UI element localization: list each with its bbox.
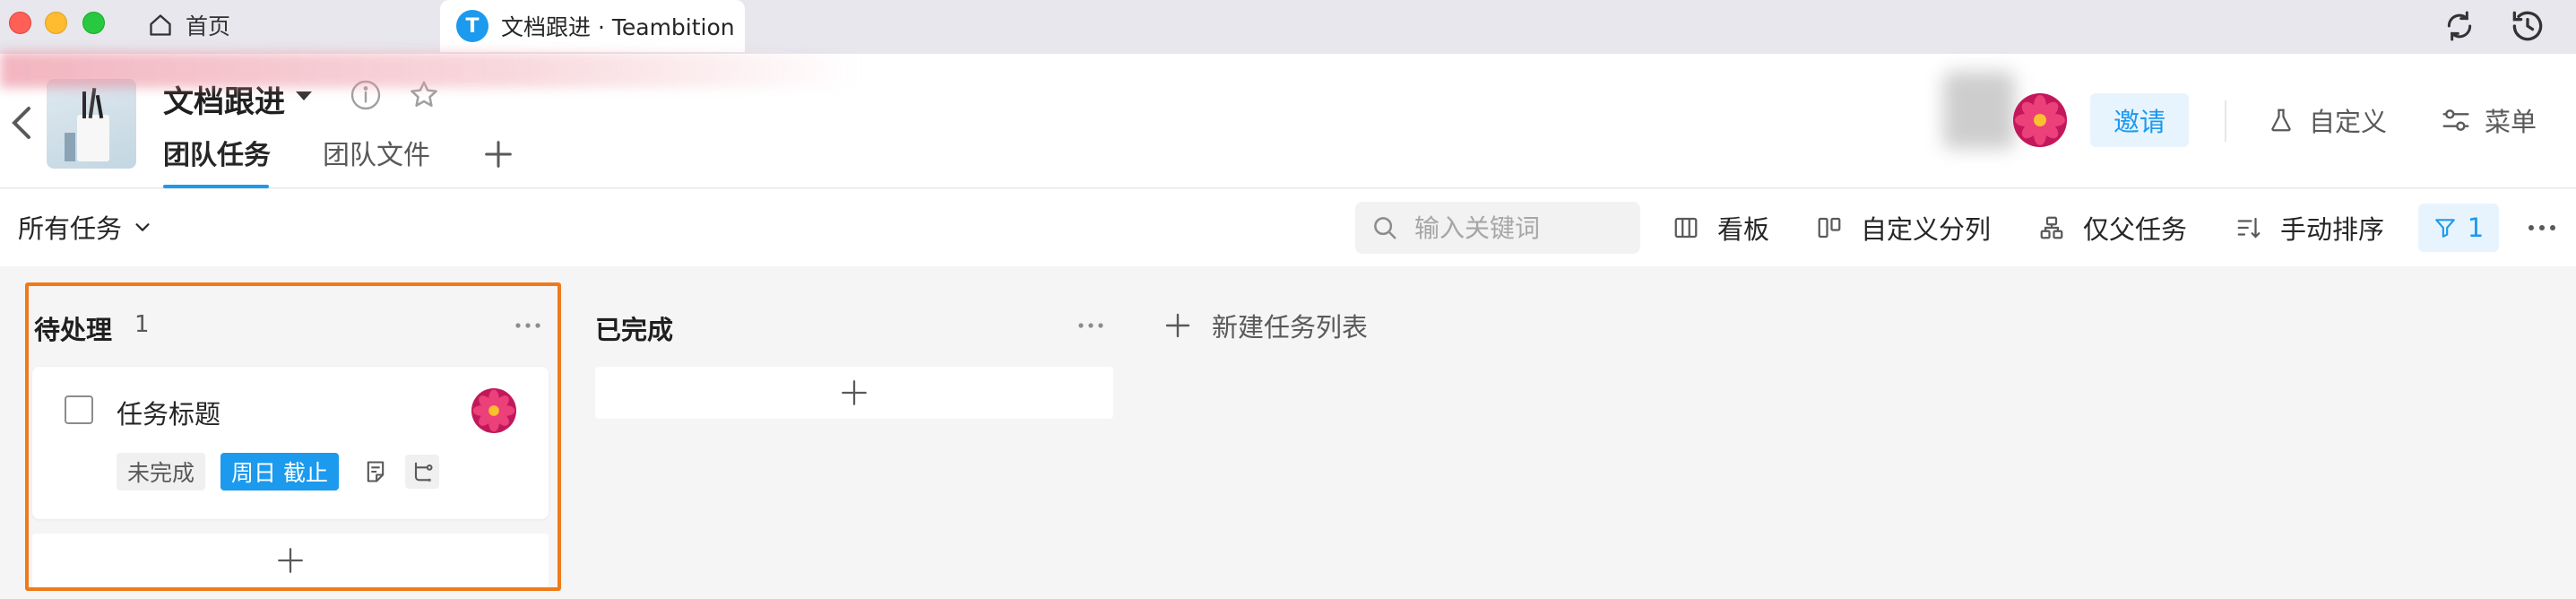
all-tasks-label: 所有任务 xyxy=(18,213,123,244)
note-icon xyxy=(359,455,393,489)
avatar[interactable] xyxy=(2013,93,2067,147)
plus-icon xyxy=(839,378,869,408)
divider xyxy=(2225,100,2226,142)
parent-only-button[interactable]: 仅父任务 xyxy=(2038,205,2187,250)
invite-button[interactable]: 邀请 xyxy=(2090,93,2189,147)
plus-icon xyxy=(1163,311,1192,340)
more-icon[interactable] xyxy=(513,317,543,334)
custom-split-label: 自定义分列 xyxy=(1861,214,1992,245)
checkbox-icon[interactable] xyxy=(65,395,93,424)
back-icon[interactable] xyxy=(9,103,34,143)
minimize-window-button[interactable] xyxy=(45,12,67,34)
sort-icon xyxy=(2235,214,2262,241)
chevron-down-icon xyxy=(133,217,152,237)
kanban-board: 待处理 1 任务标题 未完成 周日 截止 已完成 新建任务列表 xyxy=(0,266,2576,599)
tab-team-tasks[interactable]: 团队任务 xyxy=(163,133,271,172)
column-done: 已完成 xyxy=(595,282,1113,444)
all-tasks-dropdown[interactable]: 所有任务 xyxy=(18,209,152,245)
caret-down-icon[interactable] xyxy=(292,87,316,105)
new-task-list-label: 新建任务列表 xyxy=(1212,312,1369,343)
home-tab[interactable]: 首页 xyxy=(148,0,230,50)
status-badge: 未完成 xyxy=(117,453,206,490)
tab-team-files[interactable]: 团队文件 xyxy=(323,133,430,172)
active-tab-label: 文档跟进 · Teambition xyxy=(501,14,735,40)
manual-sort-button[interactable]: 手动排序 xyxy=(2235,205,2384,250)
project-cover-image xyxy=(47,79,136,169)
add-task-button[interactable] xyxy=(595,367,1113,419)
close-window-button[interactable] xyxy=(9,12,31,34)
sliders-icon xyxy=(2442,107,2470,134)
search-input[interactable] xyxy=(1414,213,1629,243)
column-pending: 待处理 1 任务标题 未完成 周日 截止 xyxy=(25,282,561,591)
manual-sort-label: 手动排序 xyxy=(2280,214,2385,245)
add-task-button[interactable] xyxy=(32,534,549,587)
search-box[interactable] xyxy=(1355,202,1640,254)
plus-icon xyxy=(275,545,306,576)
kanban-label: 看板 xyxy=(1717,214,1770,245)
add-tab-button[interactable] xyxy=(480,136,516,172)
home-icon xyxy=(148,13,173,38)
hierarchy-icon xyxy=(2038,214,2065,241)
sync-icon[interactable] xyxy=(2442,8,2477,44)
window-titlebar: 首页 T 文档跟进 · Teambition xyxy=(0,0,2576,54)
filter-icon xyxy=(2433,216,2457,239)
parent-only-label: 仅父任务 xyxy=(2083,214,2188,245)
flask-icon xyxy=(2268,107,2295,134)
avatar[interactable] xyxy=(471,388,516,433)
menu-label: 菜单 xyxy=(2485,107,2537,137)
due-date-badge[interactable]: 周日 截止 xyxy=(220,453,339,490)
custom-split-button[interactable]: 自定义分列 xyxy=(1816,205,1991,250)
active-tab-indicator xyxy=(163,185,269,188)
blurred-region xyxy=(0,52,860,88)
active-browser-tab[interactable]: T 文档跟进 · Teambition xyxy=(440,0,745,52)
search-icon xyxy=(1371,214,1398,241)
column-title: 待处理 xyxy=(34,315,113,345)
home-tab-label: 首页 xyxy=(186,13,231,39)
subtask-icon xyxy=(405,455,439,489)
more-icon[interactable] xyxy=(2526,214,2558,241)
columns-icon xyxy=(1673,214,1699,241)
task-title: 任务标题 xyxy=(117,399,221,430)
customize-button[interactable]: 自定义 xyxy=(2268,97,2387,143)
filter-count: 1 xyxy=(2467,213,2485,243)
teambition-logo-icon: T xyxy=(456,10,488,42)
view-toolbar: 所有任务 看板 自定义分列 仅父任务 手动排序 xyxy=(0,189,2576,266)
column-count: 1 xyxy=(134,311,150,338)
column-title: 已完成 xyxy=(595,315,674,345)
customize-label: 自定义 xyxy=(2309,107,2388,137)
maximize-window-button[interactable] xyxy=(82,12,105,34)
more-icon[interactable] xyxy=(1076,317,1106,334)
member-avatars-blurred xyxy=(1943,72,2015,149)
new-task-list-button[interactable]: 新建任务列表 xyxy=(1163,306,1368,345)
menu-button[interactable]: 菜单 xyxy=(2442,97,2537,143)
history-icon[interactable] xyxy=(2508,6,2547,46)
kanban-view-button[interactable]: 看板 xyxy=(1673,205,1769,250)
filter-button[interactable]: 1 xyxy=(2418,204,2499,252)
split-column-icon xyxy=(1816,214,1843,241)
task-card[interactable]: 任务标题 未完成 周日 截止 xyxy=(32,367,549,519)
